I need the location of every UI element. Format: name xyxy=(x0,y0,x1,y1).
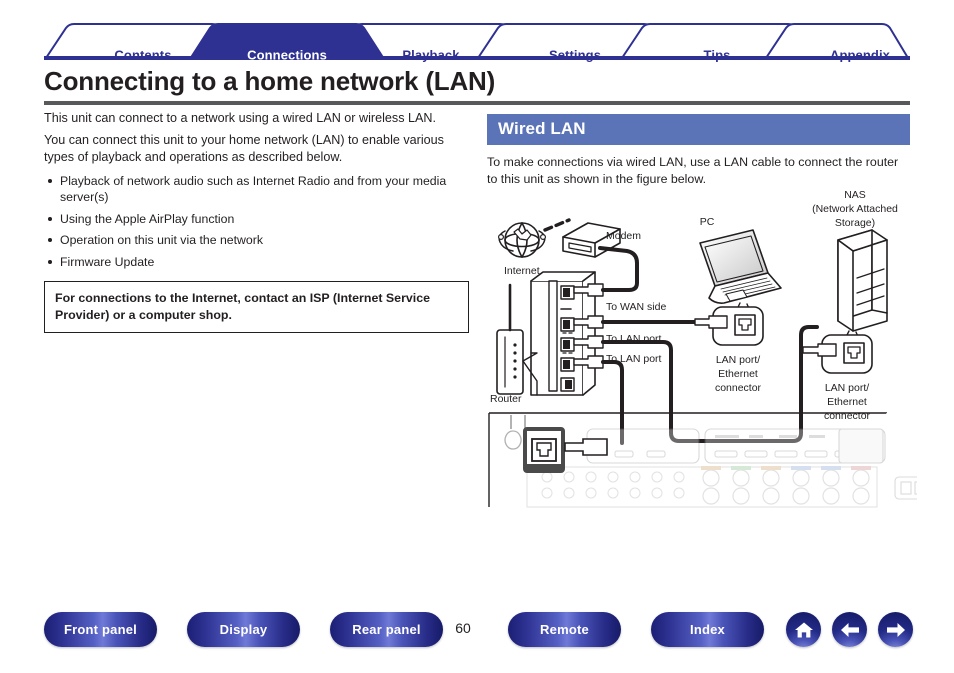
label-modem: Modem xyxy=(606,230,641,242)
section-text-wired-lan: To make connections via wired LAN, use a… xyxy=(487,155,899,186)
right-column: Wired LAN To make connections via wired … xyxy=(487,114,910,188)
label-pc-port-1: LAN port/ xyxy=(716,354,760,366)
display-button[interactable]: Display xyxy=(187,612,300,647)
internet-globe-icon xyxy=(498,222,546,258)
wired-lan-diagram: Internet Modem Router To WAN side To LAN… xyxy=(487,185,917,510)
section-header-wired-lan: Wired LAN xyxy=(487,114,910,145)
pc-laptop xyxy=(699,229,782,304)
home-button[interactable] xyxy=(786,612,821,647)
intro-paragraph-1: This unit can connect to a network using… xyxy=(44,111,436,125)
page-number: 60 xyxy=(455,620,471,636)
home-icon xyxy=(793,619,815,641)
label-nas-2: (Network Attached xyxy=(812,203,898,215)
front-panel-button[interactable]: Front panel xyxy=(44,612,157,647)
label-nas-port-2: Ethernet xyxy=(827,396,867,408)
rear-panel-button[interactable]: Rear panel xyxy=(330,612,443,647)
page-title: Connecting to a home network (LAN) xyxy=(44,66,496,96)
list-item: Operation on this unit via the network xyxy=(44,232,469,249)
tab-connections[interactable]: Connections xyxy=(247,48,327,63)
router-device xyxy=(496,283,524,395)
arrow-left-icon xyxy=(839,620,861,640)
arrow-right-icon xyxy=(885,620,907,640)
label-router: Router xyxy=(490,393,522,405)
nas-port-callout xyxy=(802,330,873,374)
tab-contents[interactable]: Contents xyxy=(114,48,171,63)
label-to-wan: To WAN side xyxy=(606,301,666,313)
label-internet: Internet xyxy=(504,265,540,277)
receiver-lan-port xyxy=(523,427,565,473)
label-pc-port-3: connector xyxy=(715,382,762,394)
tab-baseline xyxy=(44,56,910,60)
index-button[interactable]: Index xyxy=(651,612,764,647)
network-cables xyxy=(598,246,819,445)
wireless-link xyxy=(543,218,571,232)
label-nas-port-3: connector xyxy=(824,410,871,422)
label-nas-port-1: LAN port/ xyxy=(825,382,869,394)
label-pc: PC xyxy=(700,216,715,228)
receiver-lan-plug xyxy=(564,438,608,456)
footer-nav: Front panel Display Rear panel 60 Remote… xyxy=(0,612,954,664)
label-nas-3: Storage) xyxy=(835,217,875,229)
tab-appendix[interactable]: Appendix xyxy=(830,48,890,63)
isp-note-box: For connections to the Internet, contact… xyxy=(44,281,469,333)
intro-paragraph-2: You can connect this unit to your home n… xyxy=(44,132,444,165)
tab-playback[interactable]: Playback xyxy=(402,48,459,63)
feature-list: Playback of network audio such as Intern… xyxy=(44,173,469,271)
label-pc-port-2: Ethernet xyxy=(718,368,758,380)
label-nas-1: NAS xyxy=(844,189,866,201)
pc-port-callout xyxy=(694,302,764,346)
tab-settings[interactable]: Settings xyxy=(549,48,601,63)
label-to-lan-2: To LAN port xyxy=(606,353,662,365)
left-column: This unit can connect to a network using… xyxy=(44,110,469,333)
tab-tips[interactable]: Tips xyxy=(704,48,731,63)
tab-bar: Contents Connections Playback Settings T… xyxy=(44,22,910,63)
list-item: Playback of network audio such as Intern… xyxy=(44,173,469,206)
label-to-lan-1: To LAN port xyxy=(606,333,662,345)
list-item: Using the Apple AirPlay function xyxy=(44,211,469,228)
list-item: Firmware Update xyxy=(44,254,469,271)
title-divider xyxy=(44,101,910,105)
remote-button[interactable]: Remote xyxy=(508,612,621,647)
receiver-rear-panel xyxy=(488,412,917,508)
back-button[interactable] xyxy=(832,612,867,647)
next-button[interactable] xyxy=(878,612,913,647)
